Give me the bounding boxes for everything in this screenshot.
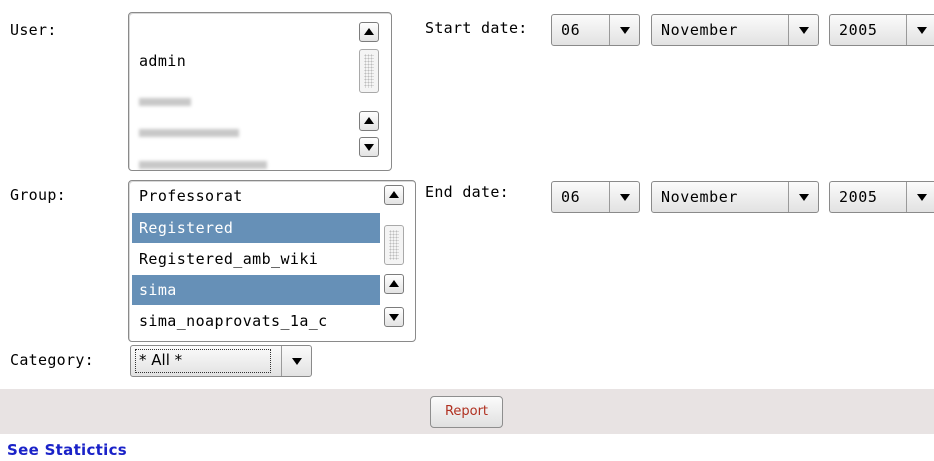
redacted-list-item[interactable]: [139, 129, 239, 137]
end-month-value: November: [661, 188, 739, 206]
end-date-label: End date:: [425, 183, 509, 201]
list-item[interactable]: sima_noaprovats_1a_c: [139, 307, 328, 336]
scroll-thumb[interactable]: [359, 49, 379, 93]
arrow-up-icon: [389, 280, 399, 287]
scroll-up-button-lower[interactable]: [384, 274, 404, 294]
scroll-up-button[interactable]: [359, 22, 379, 42]
chevron-down-icon: [620, 194, 630, 201]
end-month-dropdown-button[interactable]: [788, 182, 819, 212]
user-label: User:: [10, 21, 57, 39]
end-day-dropdown-button[interactable]: [609, 182, 640, 212]
end-year-value: 2005: [839, 188, 878, 206]
end-day-select[interactable]: 06: [551, 181, 640, 213]
list-item[interactable]: Professorat: [139, 182, 243, 211]
group-listbox[interactable]: Professorat Registered Registered_amb_wi…: [128, 180, 416, 342]
redacted-list-item[interactable]: [139, 161, 267, 169]
chevron-down-icon: [292, 358, 302, 365]
start-year-value: 2005: [839, 21, 878, 39]
redacted-list-item[interactable]: [139, 98, 191, 106]
scroll-up-button-lower[interactable]: [359, 111, 379, 131]
end-day-value: 06: [561, 188, 581, 206]
group-label: Group:: [10, 186, 66, 204]
see-statistics-link[interactable]: See Statictics: [7, 441, 127, 459]
category-select[interactable]: * All *: [130, 345, 312, 377]
scroll-thumb[interactable]: [384, 225, 404, 265]
arrow-down-icon: [389, 314, 399, 321]
chevron-down-icon: [620, 27, 630, 34]
start-day-dropdown-button[interactable]: [609, 15, 640, 45]
start-date-label: Start date:: [425, 19, 528, 37]
chevron-down-icon: [799, 194, 809, 201]
grip-icon: [389, 230, 399, 260]
arrow-up-icon: [364, 28, 374, 35]
report-button[interactable]: Report: [430, 396, 503, 428]
category-select-button[interactable]: [281, 346, 312, 376]
start-day-value: 06: [561, 21, 581, 39]
chevron-down-icon: [917, 194, 927, 201]
start-month-value: November: [661, 21, 739, 39]
category-label: Category:: [10, 351, 94, 369]
chevron-down-icon: [799, 27, 809, 34]
user-listbox[interactable]: admin: [128, 12, 392, 171]
arrow-down-icon: [364, 144, 374, 151]
start-day-select[interactable]: 06: [551, 14, 640, 46]
arrow-up-icon: [364, 117, 374, 124]
scroll-down-button[interactable]: [359, 137, 379, 157]
start-year-select[interactable]: 2005: [829, 14, 934, 46]
end-year-select[interactable]: 2005: [829, 181, 934, 213]
list-item-label: Registered: [139, 219, 234, 237]
scroll-down-button[interactable]: [384, 307, 404, 327]
arrow-up-icon: [389, 191, 399, 198]
start-month-select[interactable]: November: [651, 14, 819, 46]
start-year-dropdown-button[interactable]: [906, 15, 934, 45]
end-year-dropdown-button[interactable]: [906, 182, 934, 212]
list-item-selected[interactable]: sima: [132, 275, 380, 305]
grip-icon: [364, 54, 374, 88]
list-item-label: sima: [139, 281, 177, 299]
start-month-dropdown-button[interactable]: [788, 15, 819, 45]
category-select-value: * All *: [135, 349, 271, 373]
chevron-down-icon: [917, 27, 927, 34]
end-month-select[interactable]: November: [651, 181, 819, 213]
list-item-selected[interactable]: Registered: [132, 213, 380, 243]
list-item[interactable]: admin: [139, 47, 186, 76]
list-item[interactable]: Registered_amb_wiki: [139, 245, 318, 274]
scroll-up-button[interactable]: [384, 185, 404, 205]
